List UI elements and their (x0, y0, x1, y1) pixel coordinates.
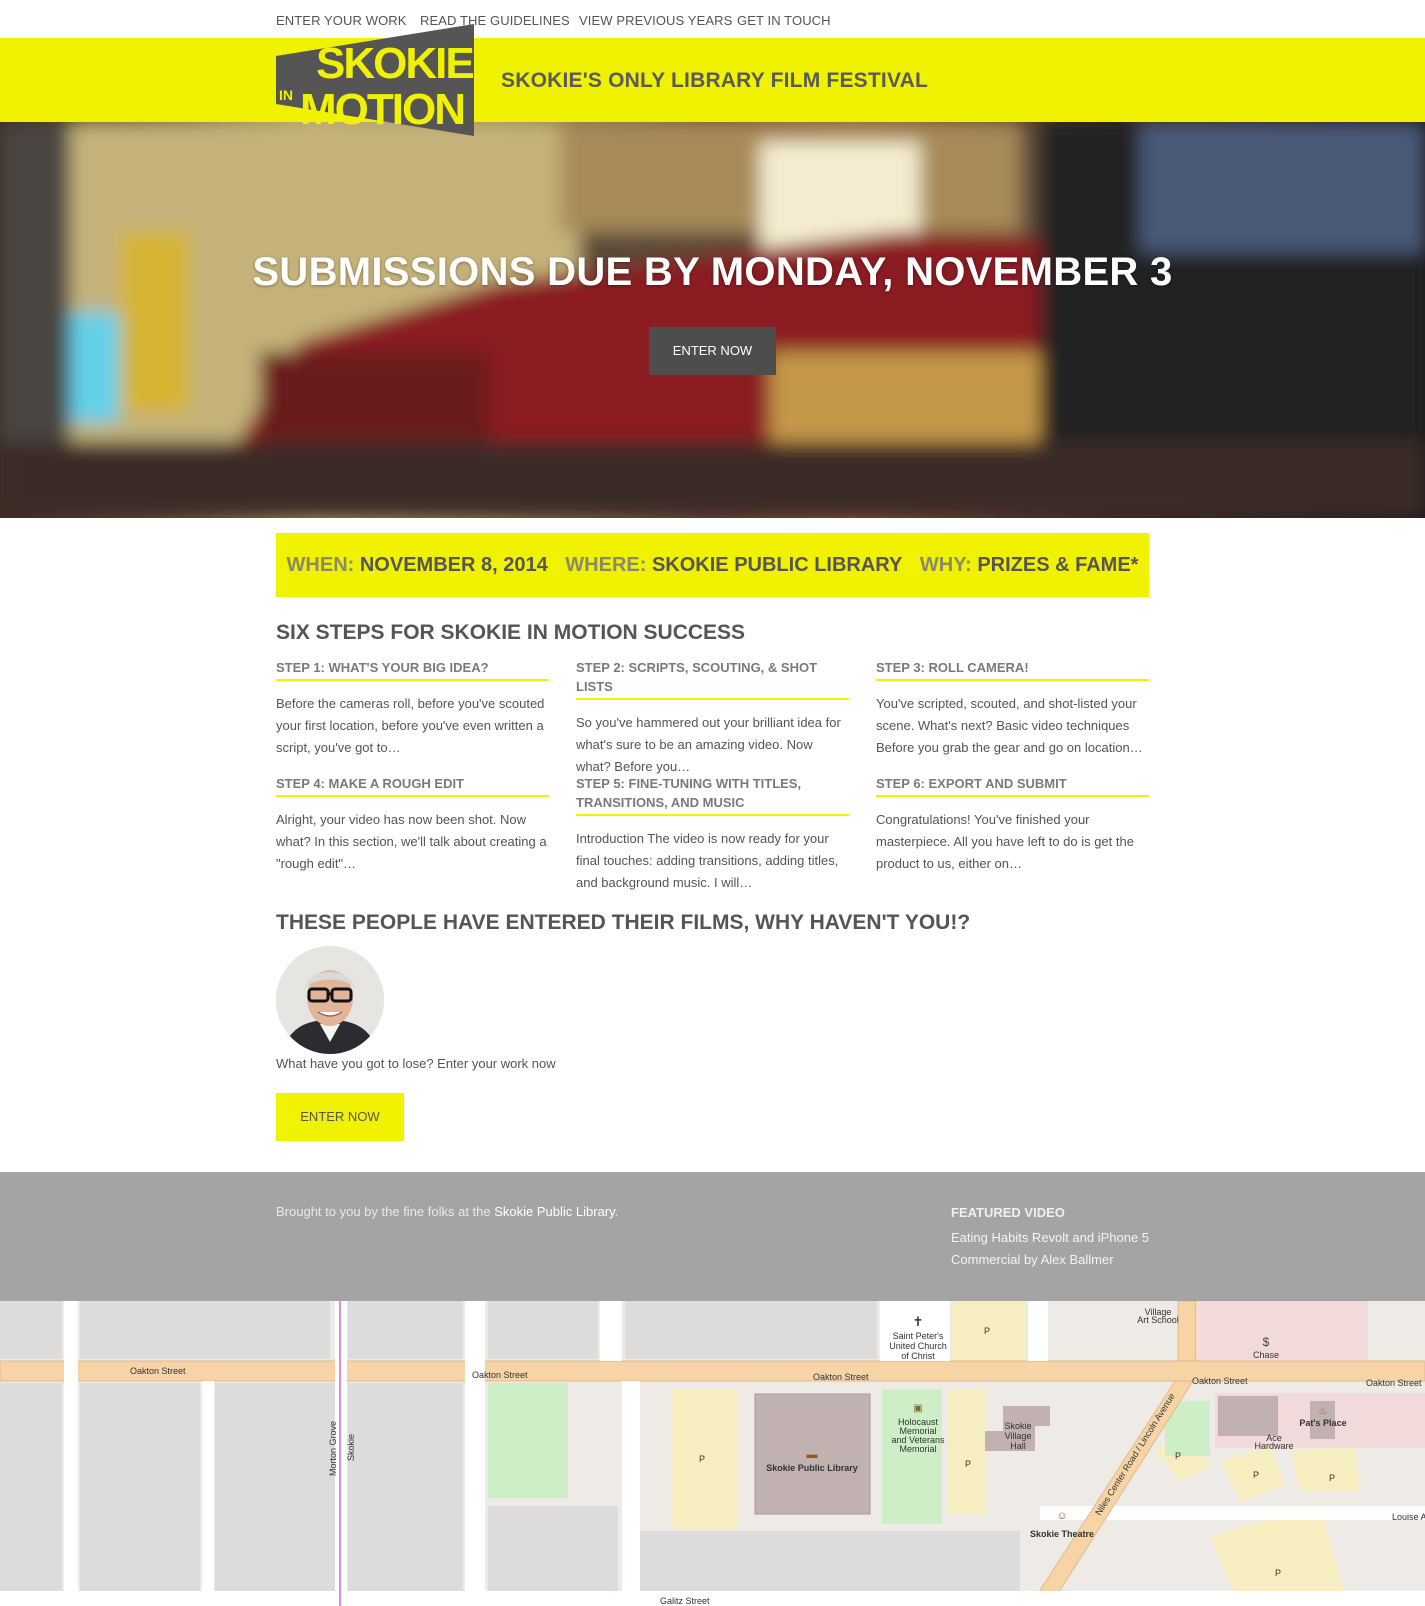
map-label-village-hall: Skokie (1004, 1421, 1031, 1431)
step-title-link[interactable]: STEP 2: SCRIPTS, SCOUTING, & SHOT LISTS (576, 660, 817, 694)
map-label-oakton-street: Oakton Street (813, 1372, 869, 1382)
nav-get-in-touch[interactable]: GET IN TOUCH (737, 13, 831, 28)
why-label: WHY: (919, 554, 972, 576)
svg-text:SKOKIE: SKOKIE (316, 39, 473, 88)
map-label-ace-hardware: Hardware (1254, 1441, 1293, 1451)
map-label-church: Saint Peter's (893, 1331, 944, 1341)
entrants-enter-now-button[interactable]: ENTER NOW (276, 1093, 404, 1141)
map-label-morton-grove: Morton Grove (328, 1421, 338, 1476)
parking-icon: P (965, 1459, 971, 1469)
map-label-church: of Christ (901, 1351, 935, 1361)
step-card: STEP 2: SCRIPTS, SCOUTING, & SHOT LISTS … (576, 658, 849, 778)
map-label-memorial: Memorial (899, 1444, 936, 1454)
step-title-link[interactable]: STEP 6: EXPORT AND SUBMIT (876, 776, 1067, 791)
map-label-oakton-street: Oakton Street (130, 1366, 186, 1376)
logo-graphic: SKOKIE IN MOTION (276, 24, 475, 136)
where-value: SKOKIE PUBLIC LIBRARY (651, 554, 903, 576)
memorial-icon: ▣ (913, 1403, 922, 1414)
step-card: STEP 4: MAKE A ROUGH EDIT Alright, your … (276, 774, 549, 875)
step-excerpt: Before the cameras roll, before you've s… (276, 696, 545, 755)
step-excerpt: You've scripted, scouted, and shot-liste… (876, 696, 1143, 755)
map-label-art-school: Art School (1137, 1315, 1179, 1325)
site-logo[interactable]: SKOKIE IN MOTION (276, 24, 475, 136)
site-tagline: SKOKIE'S ONLY LIBRARY FILM FESTIVAL (501, 69, 928, 92)
credit-suffix: . (614, 1204, 619, 1219)
church-icon: ✝ (913, 1314, 924, 1329)
map-label-oakton-street: Oakton Street (472, 1370, 528, 1380)
map-label-galitz-street: Galitz Street (660, 1596, 710, 1606)
step-excerpt: So you've hammered out your brilliant id… (576, 715, 841, 774)
parking-icon: P (1275, 1568, 1281, 1578)
parking-icon: P (984, 1326, 990, 1336)
step-card: STEP 3: ROLL CAMERA! You've scripted, sc… (876, 658, 1149, 759)
bank-icon: $ (1263, 1335, 1270, 1349)
why-value: PRIZES & FAME* (977, 554, 1139, 576)
map-label-skokie-rail: Skokie (346, 1434, 356, 1461)
site-header: SKOKIE'S ONLY LIBRARY FILM FESTIVAL (0, 38, 1425, 122)
parking-icon: P (699, 1454, 705, 1464)
entrant-portrait-image (276, 946, 384, 1054)
step-card: STEP 5: FINE-TUNING WITH TITLES, TRANSIT… (576, 774, 849, 894)
map-label-theatre: Skokie Theatre (1030, 1529, 1094, 1539)
map-label-oakton-street: Oakton Street (1192, 1376, 1248, 1386)
step-title-link[interactable]: STEP 4: MAKE A ROUGH EDIT (276, 776, 464, 791)
svg-text:IN: IN (279, 87, 293, 103)
map-label-village-hall: Hall (1010, 1441, 1026, 1451)
map-label-louise-avenue: Louise Avenue (1392, 1512, 1425, 1522)
step-excerpt: Congratulations! You've finished your ma… (876, 812, 1134, 871)
top-nav: ENTER YOUR WORK READ THE GUIDELINES VIEW… (0, 0, 1425, 38)
hero-background-image (0, 122, 1425, 518)
library-icon: ▬ (807, 1449, 818, 1461)
site-footer: Brought to you by the fine folks at the … (0, 1172, 1425, 1301)
map-label-village-hall: Village (1005, 1431, 1032, 1441)
footer-credit: Brought to you by the fine folks at the … (276, 1204, 618, 1219)
step-excerpt: Introduction The video is now ready for … (576, 831, 839, 890)
map-label-pats-place: Pat's Place (1299, 1418, 1346, 1428)
event-info-bar: WHEN: NOVEMBER 8, 2014 WHERE: SKOKIE PUB… (276, 533, 1149, 597)
map-label-church: United Church (889, 1341, 947, 1351)
theatre-icon: ☺ (1056, 1510, 1067, 1522)
parking-icon: P (1329, 1473, 1335, 1483)
map-label-chase: Chase (1253, 1350, 1279, 1360)
when-value: NOVEMBER 8, 2014 (359, 554, 548, 576)
step-title-link[interactable]: STEP 1: WHAT'S YOUR BIG IDEA? (276, 660, 489, 675)
step-title-link[interactable]: STEP 3: ROLL CAMERA! (876, 660, 1029, 675)
hero-enter-now-button[interactable]: ENTER NOW (649, 327, 776, 375)
map-canvas[interactable]: Oakton Street Oakton Street Oakton Stree… (0, 1301, 1425, 1606)
when-label: WHEN: (286, 554, 355, 576)
step-card: STEP 1: WHAT'S YOUR BIG IDEA? Before the… (276, 658, 549, 759)
restaurant-icon: ♨ (1319, 1406, 1328, 1417)
featured-video-link[interactable]: Eating Habits Revolt and iPhone 5 Commer… (951, 1227, 1156, 1271)
svg-text:MOTION: MOTION (300, 85, 464, 134)
parking-icon: P (1253, 1470, 1259, 1480)
featured-video-heading: FEATURED VIDEO (951, 1205, 1065, 1220)
hero-banner: SUBMISSIONS DUE BY MONDAY, NOVEMBER 3 EN… (0, 122, 1425, 518)
parking-icon: P (1175, 1451, 1181, 1461)
hero-title: SUBMISSIONS DUE BY MONDAY, NOVEMBER 3 (252, 250, 1173, 294)
step-title-link[interactable]: STEP 5: FINE-TUNING WITH TITLES, TRANSIT… (576, 776, 801, 810)
entrants-section-title: THESE PEOPLE HAVE ENTERED THEIR FILMS, W… (276, 911, 971, 934)
library-link[interactable]: Skokie Public Library (494, 1204, 614, 1219)
map-label-library: Skokie Public Library (766, 1463, 858, 1473)
location-map[interactable]: Oakton Street Oakton Street Oakton Stree… (0, 1301, 1425, 1606)
step-card: STEP 6: EXPORT AND SUBMIT Congratulation… (876, 774, 1149, 875)
step-excerpt: Alright, your video has now been shot. N… (276, 812, 547, 871)
nav-view-previous-years[interactable]: VIEW PREVIOUS YEARS (579, 13, 732, 28)
credit-prefix: Brought to you by the fine folks at the (276, 1204, 495, 1219)
entrants-prompt: What have you got to lose? Enter your wo… (276, 1056, 556, 1071)
entrant-avatar[interactable] (276, 946, 384, 1054)
where-label: WHERE: (565, 554, 647, 576)
map-label-oakton-street: Oakton Street (1366, 1378, 1422, 1388)
steps-section-title: SIX STEPS FOR SKOKIE IN MOTION SUCCESS (276, 621, 746, 644)
